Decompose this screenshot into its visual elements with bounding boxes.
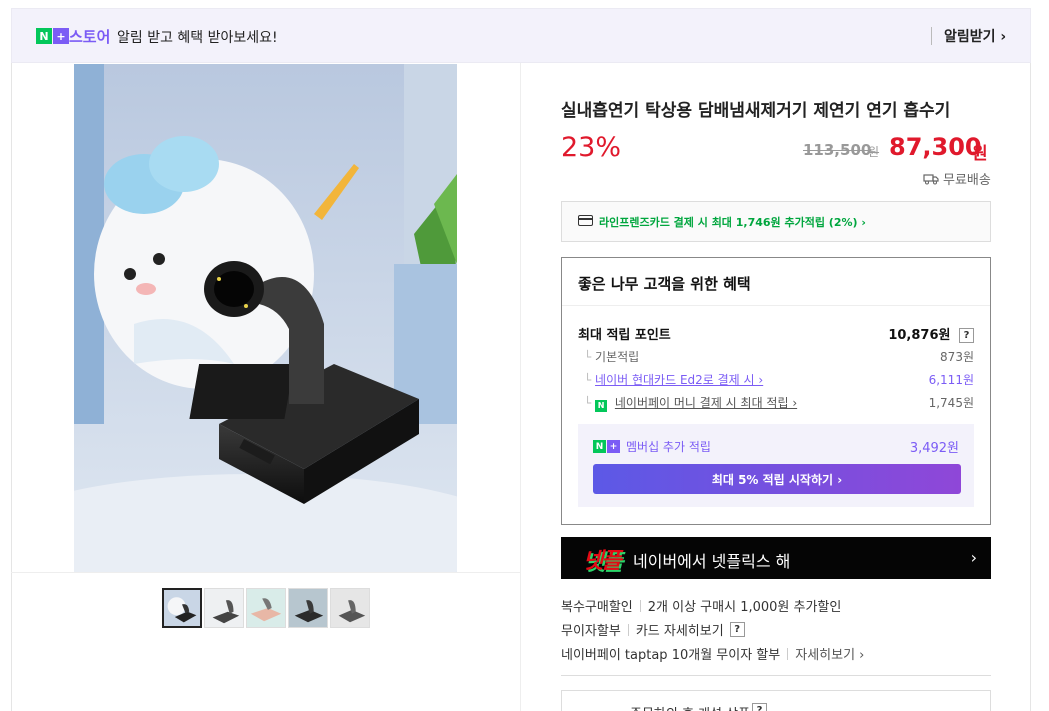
chevron-right-icon: › bbox=[970, 548, 977, 567]
benefits-panel: 좋은 나무 고객을 위한 혜택 최대 적립 포인트 10,876원 ? 기본적립… bbox=[561, 257, 991, 525]
thumbnail-strip bbox=[162, 588, 370, 628]
netflix-banner[interactable]: 넷플 네이버에서 넷플릭스 해 › bbox=[561, 537, 991, 579]
card-detail-link[interactable]: 카드 자세히보기 bbox=[636, 620, 724, 639]
multi-discount-text: 2개 이상 구매시 1,000원 추가할인 bbox=[647, 600, 842, 615]
hyundai-card-link[interactable]: 네이버 현대카드 Ed2로 결제 시 › bbox=[595, 373, 763, 387]
sale-price-unit: 원 bbox=[972, 144, 988, 164]
discount-rate: 23% bbox=[561, 132, 622, 163]
membership-box: N + 멤버십 추가 적립 3,492원 최대 5% 적립 시작하기 › bbox=[578, 424, 974, 507]
plus-logo-icon: + bbox=[53, 28, 69, 44]
thumbnail-1[interactable] bbox=[162, 588, 202, 628]
hyundai-card-label-wrap: 네이버 현대카드 Ed2로 결제 시 › bbox=[584, 371, 763, 388]
credit-card-icon bbox=[578, 215, 593, 226]
naver-plus-logo-icon: N + bbox=[36, 28, 69, 44]
info-separator bbox=[627, 623, 629, 636]
thumbnail-2[interactable] bbox=[204, 588, 244, 628]
benefits-title: 좋은 나무 고객을 위한 혜택 bbox=[578, 275, 751, 293]
bottom-option-box: 주문하의 후 개설 상품 ? bbox=[561, 690, 991, 711]
thumbnail-4[interactable] bbox=[288, 588, 328, 628]
sale-price: 87,300 bbox=[889, 133, 982, 161]
n-logo-icon: N bbox=[36, 28, 52, 44]
banner-message: 알림 받고 혜택 받아보세요! bbox=[117, 30, 278, 46]
taptap-text: 네이버페이 taptap 10개월 무이자 할부 bbox=[561, 648, 781, 663]
membership-start-button[interactable]: 최대 5% 적립 시작하기 › bbox=[593, 464, 961, 494]
notification-banner: N + 스토어 알림 받고 혜택 받아보세요! 알림받기 › bbox=[11, 8, 1031, 63]
original-price: 113,500 bbox=[803, 141, 872, 159]
multi-purchase-discount: 복수구매할인 2개 이상 구매시 1,000원 추가할인 bbox=[561, 596, 841, 615]
hyundai-card-value: 6,111원 bbox=[928, 373, 974, 387]
store-word: 스토어 bbox=[69, 28, 111, 46]
basic-points-label: 기본적립 bbox=[584, 348, 639, 365]
thumbnail-3[interactable] bbox=[246, 588, 286, 628]
npay-money-link[interactable]: 네이버페이 머니 결제 시 최대 적립 › bbox=[615, 396, 797, 410]
product-page: N + 스토어 알림 받고 혜택 받아보세요! 알림받기 › 실내흡연기 탁상용… bbox=[0, 0, 1049, 711]
max-points-value: 10,876원 bbox=[888, 328, 951, 343]
column-divider bbox=[520, 63, 521, 711]
installment-help-icon[interactable]: ? bbox=[729, 622, 745, 637]
page-border-left bbox=[11, 63, 12, 711]
installment-label: 무이자할부 bbox=[561, 624, 621, 639]
thumbnail-5[interactable] bbox=[330, 588, 370, 628]
naver-plus-membership-icon: N + bbox=[593, 440, 620, 453]
section-divider bbox=[561, 675, 991, 676]
npay-money-value: 1,745원 bbox=[928, 396, 974, 410]
membership-value: 3,492원 bbox=[909, 441, 959, 456]
membership-label: 멤버십 추가 적립 bbox=[626, 440, 711, 454]
original-price-unit: 원 bbox=[868, 145, 880, 159]
npay-money-label-wrap: N 네이버페이 머니 결제 시 최대 적립 › bbox=[584, 394, 797, 412]
shipping-label: 무료배송 bbox=[943, 173, 991, 188]
taptap-detail-link[interactable]: 자세히보기 › bbox=[795, 644, 864, 663]
main-product-image[interactable] bbox=[74, 64, 457, 572]
page-border-right bbox=[1030, 63, 1031, 711]
membership-label-wrap: N + 멤버십 추가 적립 bbox=[593, 438, 711, 455]
info-separator bbox=[787, 647, 789, 660]
npay-icon: N bbox=[595, 399, 608, 412]
truck-icon bbox=[923, 173, 939, 184]
bottom-help-icon[interactable]: ? bbox=[752, 703, 767, 711]
shipping-info: 무료배송 bbox=[923, 169, 991, 188]
banner-divider bbox=[931, 27, 932, 45]
max-points-label: 최대 적립 포인트 bbox=[578, 328, 671, 343]
card-promo-banner[interactable]: 라인프렌즈카드 결제 시 최대 1,746원 추가적립 (2%) › bbox=[561, 201, 991, 242]
bottom-option-text: 주문하의 후 개설 상품 bbox=[630, 703, 750, 711]
benefits-divider bbox=[562, 305, 990, 306]
gallery-divider bbox=[11, 572, 520, 573]
multi-discount-label: 복수구매할인 bbox=[561, 600, 633, 615]
basic-points-value: 873원 bbox=[940, 350, 974, 364]
points-help-icon[interactable]: ? bbox=[959, 328, 974, 343]
product-title: 실내흡연기 탁상용 담배냄새제거기 제연기 연기 흡수기 bbox=[561, 101, 951, 121]
notification-subscribe-button[interactable]: 알림받기 › bbox=[944, 26, 1006, 46]
info-separator bbox=[639, 599, 641, 612]
taptap-info: 네이버페이 taptap 10개월 무이자 할부 자세히보기 › bbox=[561, 644, 864, 663]
netflix-banner-text: 네이버에서 넷플릭스 해 bbox=[633, 552, 791, 571]
installment-info: 무이자할부 카드 자세히보기 ? bbox=[561, 620, 745, 639]
netflix-logo-icon: 넷플 bbox=[583, 549, 622, 574]
max-points-value-wrap: 10,876원 ? bbox=[888, 324, 974, 343]
card-promo-text: 라인프렌즈카드 결제 시 최대 1,746원 추가적립 (2%) › bbox=[599, 216, 866, 229]
